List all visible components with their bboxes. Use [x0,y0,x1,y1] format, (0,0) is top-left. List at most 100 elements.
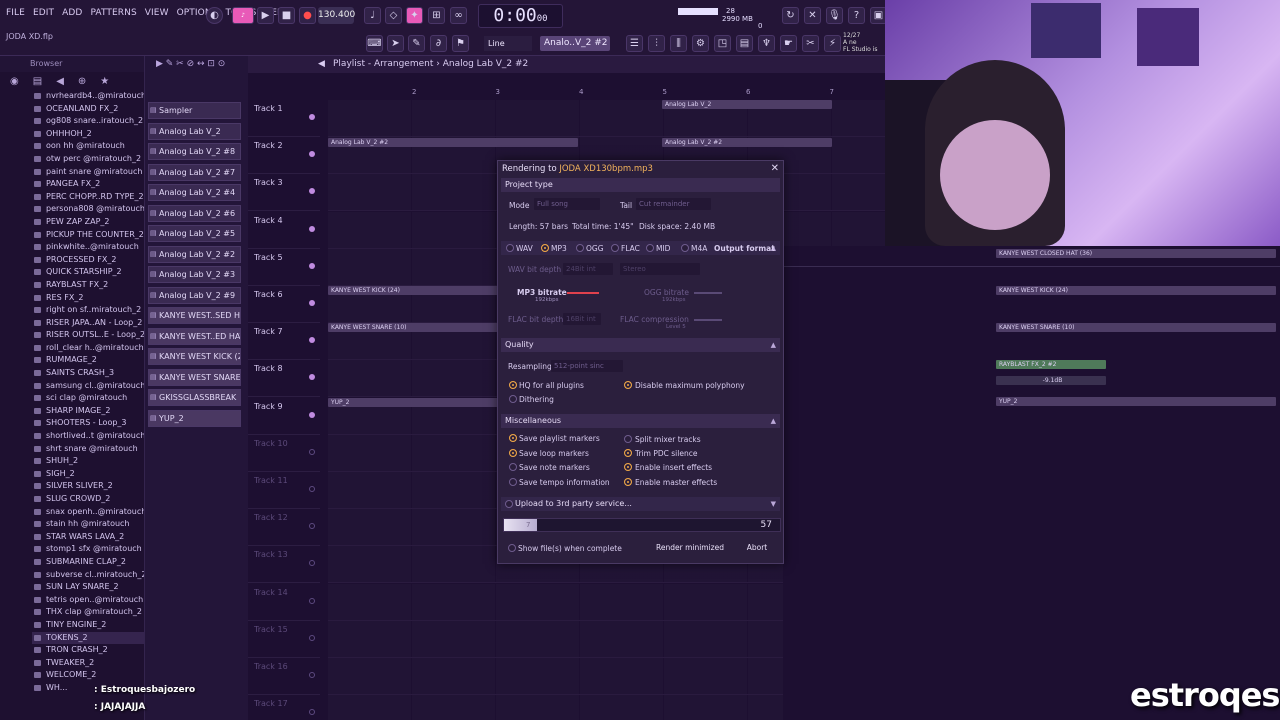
browser-item[interactable]: persona808 @miratouch [32,203,144,216]
browser-item[interactable]: RUMMAGE_2 [32,354,144,367]
track-mute-icon[interactable] [309,597,315,604]
browser-file-icon[interactable]: ▤ [33,76,42,87]
track-header[interactable]: Track 13 [248,546,320,584]
browser-item[interactable]: TINY ENGINE_2 [32,619,144,632]
clip-snare-right[interactable]: KANYE WEST SNARE (10) [996,323,1276,332]
channel-button[interactable]: Analog Lab V_2 #8 [148,143,241,160]
browser-item[interactable]: paint snare @miratouch [32,166,144,179]
channel-rack-icon[interactable]: ⫶ [648,35,665,52]
track-mute-icon[interactable] [309,486,315,492]
countdown-icon[interactable]: ✦ [406,7,423,24]
browser-item[interactable]: SUN LAY SNARE_2 [32,581,144,594]
track-mute-icon[interactable] [309,188,315,195]
touch-icon[interactable]: ☛ [780,35,797,52]
playlist-clip[interactable]: Analog Lab V_2 #2 [662,138,832,147]
track-mute-icon[interactable] [309,672,315,678]
track-header[interactable]: Track 9 [248,398,320,435]
browser-item[interactable]: RISER JAPA..AN - Loop_2 [32,317,144,330]
section-misc[interactable]: Miscellaneous ▲ [501,414,780,428]
browser-item[interactable]: STAR WARS LAVA_2 [32,531,144,544]
enable-master-checkbox[interactable] [624,478,632,486]
play-icon[interactable]: ▶ [257,7,274,24]
playlist-icon[interactable]: ☰ [626,35,643,52]
output-filename[interactable]: JODA XD130bpm.mp3 [559,164,653,174]
channel-button[interactable]: KANYE WEST..ED HAT (36) [148,327,241,345]
upload-checkbox[interactable] [505,500,513,508]
resampling-select[interactable]: 512-point sinc [551,360,623,372]
browser-item[interactable]: SHUH_2 [32,455,144,468]
track-mute-icon[interactable] [309,337,315,344]
channel-button[interactable]: Analog Lab V_2 #7 [148,163,241,181]
browser-item[interactable]: stomp1 sfx @miratouch [32,543,144,556]
browser-item[interactable]: shortlived..t @miratouch [32,430,144,443]
channel-button[interactable]: Analog Lab V_2 [148,122,241,140]
show-files-checkbox[interactable] [508,544,516,552]
channel-button[interactable]: Analog Lab V_2 #5 [148,225,241,242]
enable-insert-checkbox[interactable] [624,463,632,471]
browser-menu-icon[interactable]: ◉ [10,76,19,87]
browser-icon[interactable]: ◳ [714,35,731,52]
cut-icon[interactable]: ✂ [802,35,819,52]
menu-edit[interactable]: EDIT [33,8,54,18]
piano-roll-icon[interactable]: ⌨ [366,35,383,52]
track-mute-icon[interactable] [309,262,315,269]
track-mute-icon[interactable] [309,448,315,455]
save-loop-markers-checkbox[interactable] [509,449,517,457]
channel-button[interactable]: Analog Lab V_2 #2 [148,245,241,263]
playlist-clip[interactable]: YUP_2 [328,398,498,407]
disable-poly-checkbox[interactable] [624,381,632,389]
flac-bitdepth-select[interactable]: 16Bit int [563,313,601,325]
track-header[interactable]: Track 12 [248,509,320,547]
help-icon[interactable]: ? [848,7,865,24]
format-radio-mid[interactable] [646,244,654,252]
browser-item[interactable]: stain hh @miratouch [32,518,144,531]
browser-item[interactable]: RES FX_2 [32,292,144,305]
channel-button[interactable]: Analog Lab V_2 #3 [148,266,241,283]
menu-add[interactable]: ADD [62,8,82,18]
stamp-icon[interactable]: ⚑ [452,35,469,52]
browser-item[interactable]: SILVER SLIVER_2 [32,480,144,493]
tempo-display[interactable]: 130.400 [318,7,355,24]
file-icon[interactable]: ▤ [736,35,753,52]
browser-item[interactable]: SAINTS CRASH_3 [32,367,144,380]
playlist-tools-icon[interactable]: ▶ ✎ ✂ ⊘ ↔ ⊡ ⊙ [156,59,225,69]
news-panel[interactable]: 12/27 A ne FL Studio is [843,32,885,53]
track-header[interactable]: Track 15 [248,621,320,658]
step-edit-icon[interactable]: ⊞ [428,7,445,24]
format-radio-m4a[interactable] [681,244,689,252]
channel-button[interactable]: KANYE WEST SNARE (10) [148,368,241,386]
hq-plugins-checkbox[interactable] [509,381,517,389]
browser-item[interactable]: right on sf..miratouch_2 [32,304,144,317]
browser-item[interactable]: SHOOTERS - Loop_3 [32,417,144,430]
playlist-clip[interactable]: KANYE WEST SNARE (10) [328,323,498,332]
tool-icon[interactable]: ✕ [804,7,821,24]
channel-button[interactable]: KANYE WEST KICK (24) [148,348,241,365]
browser-item[interactable]: OCEANLAND FX_2 [32,103,144,116]
browser-item[interactable]: QUICK STARSHIP_2 [32,266,144,279]
browser-item[interactable]: SIGH_2 [32,468,144,481]
browser-item[interactable]: WELCOME_2 [32,669,144,682]
browser-item[interactable]: PROCESSED FX_2 [32,254,144,267]
browser-item[interactable]: sci clap @miratouch [32,392,144,405]
track-header[interactable]: Track 16 [248,658,320,695]
browser-item[interactable]: PEW ZAP ZAP_2 [32,216,144,229]
channel-button[interactable]: Analog Lab V_2 #9 [148,286,241,304]
playlist-clip[interactable]: Analog Lab V_2 [662,100,832,109]
time-display[interactable]: 0:0000 [478,4,563,28]
clip-rayblast[interactable]: RAYBLAST FX_2 #2 [996,360,1106,369]
browser-item[interactable]: OHHHOH_2 [32,128,144,141]
browser-item[interactable]: RAYBLAST FX_2 [32,279,144,292]
mixer-icon[interactable]: ⫼ [670,35,687,52]
browser-back-icon[interactable]: ◀ [56,76,64,87]
channel-button[interactable]: Analog Lab V_2 #4 [148,184,241,201]
section-quality[interactable]: Quality ▲ [501,338,780,352]
mp3-bitrate-slider[interactable] [567,292,599,294]
browser-item[interactable]: PICKUP THE COUNTER_2 [32,229,144,242]
clip-yup-right[interactable]: YUP_2 [996,397,1276,406]
browser-item[interactable]: shrt snare @miratouch [32,443,144,456]
track-header[interactable]: Track 6 [248,286,320,323]
plugin-icon[interactable]: ⚙ [692,35,709,52]
playlist-clip[interactable]: Analog Lab V_2 #2 [328,138,578,147]
browser-item[interactable]: roll_clear h..@miratouch [32,342,144,355]
channel-button[interactable]: Analog Lab V_2 #6 [148,204,241,222]
